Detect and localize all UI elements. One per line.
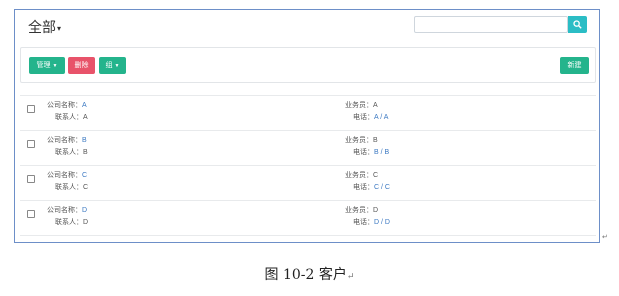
phone-link[interactable]: B	[385, 149, 390, 156]
phone-label: 电话：	[353, 114, 374, 121]
company-label: 公司名称：	[47, 207, 82, 214]
search-button[interactable]	[568, 16, 587, 33]
caret-down-icon: ▼	[114, 63, 120, 69]
list-item[interactable]: 公司名称：B 联系人：B 业务员：B 电话：B / B	[20, 130, 596, 165]
group-button[interactable]: 组 ▼	[99, 57, 126, 74]
delete-label: 删除	[74, 62, 89, 69]
contact-value: C	[83, 184, 89, 191]
list-item[interactable]: 公司名称：C 联系人：C 业务员：C 电话：C / C	[20, 165, 596, 200]
contact-field: 联系人：C	[55, 182, 88, 194]
salesperson-value: D	[373, 207, 379, 214]
search-input[interactable]	[414, 16, 568, 33]
contact-value: B	[83, 149, 88, 156]
figure-caption: 图 10-2 客户↵	[0, 264, 619, 284]
phone-link[interactable]: D	[385, 219, 390, 226]
salesperson-value: B	[373, 137, 378, 144]
company-link[interactable]: D	[82, 207, 87, 214]
salesperson-label: 业务员：	[345, 172, 373, 179]
new-button[interactable]: 新建	[560, 57, 589, 74]
salesperson-field: 业务员：D	[345, 205, 378, 217]
company-field: 公司名称：C	[47, 170, 87, 182]
row-checkbox[interactable]	[27, 175, 35, 183]
caption-text: 图 10-2 客户	[264, 267, 347, 283]
company-link[interactable]: A	[82, 102, 87, 109]
contact-field: 联系人：B	[55, 147, 88, 159]
caret-down-icon: ▾	[57, 23, 62, 33]
salesperson-label: 业务员：	[345, 137, 373, 144]
caption-paragraph-mark: ↵	[346, 272, 355, 282]
customer-list: 公司名称：A 联系人：A 业务员：A 电话：A / A 公司名称：B 联系人：B…	[20, 95, 596, 236]
contact-field: 联系人：D	[55, 217, 88, 229]
search-icon	[573, 20, 582, 29]
manage-label: 管理	[36, 62, 51, 69]
salesperson-field: 业务员：B	[345, 135, 378, 147]
filter-title: 全部	[28, 19, 56, 35]
company-field: 公司名称：A	[47, 100, 87, 112]
salesperson-label: 业务员：	[345, 102, 373, 109]
list-item[interactable]: 公司名称：A 联系人：A 业务员：A 电话：A / A	[20, 95, 596, 130]
salesperson-value: C	[373, 172, 379, 179]
paragraph-mark: ↵	[602, 233, 608, 241]
company-label: 公司名称：	[47, 172, 82, 179]
contact-value: A	[83, 114, 88, 121]
contact-field: 联系人：A	[55, 112, 88, 124]
salesperson-field: 业务员：C	[345, 170, 378, 182]
phone-field: 电话：B / B	[353, 147, 389, 159]
phone-field: 电话：C / C	[353, 182, 390, 194]
contact-label: 联系人：	[55, 184, 83, 191]
company-label: 公司名称：	[47, 102, 82, 109]
company-label: 公司名称：	[47, 137, 82, 144]
company-field: 公司名称：D	[47, 205, 87, 217]
caret-down-icon: ▼	[52, 63, 58, 69]
salesperson-field: 业务员：A	[345, 100, 378, 112]
action-toolbar: 管理 ▼ 删除 组 ▼ 新建	[20, 47, 596, 83]
company-field: 公司名称：B	[47, 135, 87, 147]
phone-label: 电话：	[353, 219, 374, 226]
app-frame: 全部▾ 管理 ▼ 删除 组 ▼ 新建 公司名称：A 联系人：A 业务员：A 电话：A…	[14, 9, 600, 243]
row-checkbox[interactable]	[27, 105, 35, 113]
phone-link[interactable]: A	[384, 114, 389, 121]
salesperson-label: 业务员：	[345, 207, 373, 214]
top-bar: 全部▾	[15, 10, 599, 43]
group-label: 组	[105, 62, 113, 69]
list-item[interactable]: 公司名称：D 联系人：D 业务员：D 电话：D / D	[20, 200, 596, 236]
new-label: 新建	[567, 62, 582, 69]
company-link[interactable]: B	[82, 137, 87, 144]
phone-label: 电话：	[353, 149, 374, 156]
contact-value: D	[83, 219, 89, 226]
manage-button[interactable]: 管理 ▼	[29, 57, 65, 74]
row-checkbox[interactable]	[27, 210, 35, 218]
company-link[interactable]: C	[82, 172, 87, 179]
phone-label: 电话：	[353, 184, 374, 191]
phone-link[interactable]: C	[385, 184, 390, 191]
contact-label: 联系人：	[55, 219, 83, 226]
filter-dropdown[interactable]: 全部▾	[28, 17, 61, 37]
contact-label: 联系人：	[55, 149, 83, 156]
delete-button[interactable]: 删除	[68, 57, 95, 74]
salesperson-value: A	[373, 102, 378, 109]
row-checkbox[interactable]	[27, 140, 35, 148]
phone-field: 电话：D / D	[353, 217, 390, 229]
phone-field: 电话：A / A	[353, 112, 388, 124]
contact-label: 联系人：	[55, 114, 83, 121]
